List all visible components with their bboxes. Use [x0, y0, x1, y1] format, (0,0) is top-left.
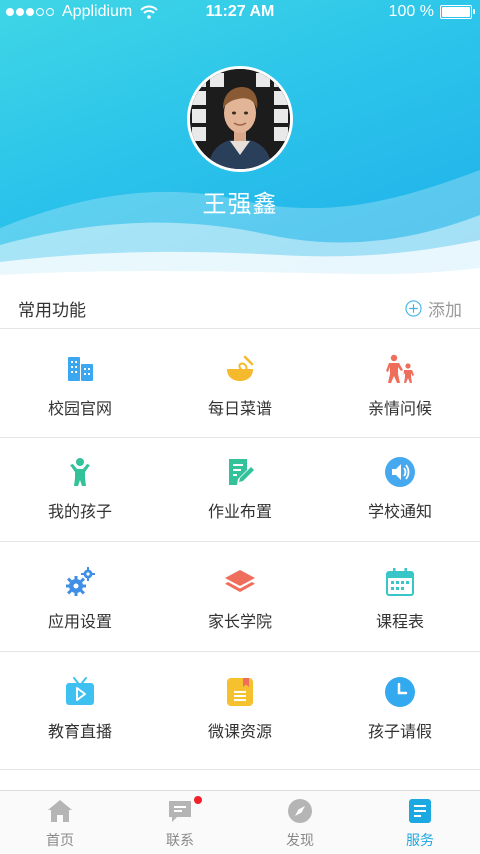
feature-app-settings[interactable]: 应用设置 — [0, 542, 160, 651]
feature-daily-menu[interactable]: 每日菜谱 — [160, 329, 320, 437]
feature-school-notice[interactable]: 学校通知 — [320, 438, 480, 541]
child-icon — [70, 458, 90, 486]
feature-campus-website[interactable]: 校园官网 — [0, 329, 160, 437]
feature-label: 每日菜谱 — [207, 399, 272, 418]
tab-contact[interactable]: 联系 — [120, 791, 240, 854]
message-icon — [169, 801, 191, 822]
gears-icon — [66, 567, 95, 596]
user-name: 王强鑫 — [202, 190, 278, 218]
add-label: 添加 — [428, 301, 462, 321]
layers-icon — [225, 570, 255, 592]
feature-family-greetings[interactable]: 亲情问候 — [320, 329, 480, 437]
battery-percent: 100 % — [388, 3, 434, 20]
notebook-icon — [227, 678, 253, 706]
feature-timetable[interactable]: 课程表 — [320, 542, 480, 651]
status-bar: Applidium 11:27 AM 100 % — [0, 0, 480, 24]
feature-edu-live[interactable]: 教育直播 — [0, 652, 160, 769]
grid-row: 校园官网 每日菜谱 亲情问候 — [0, 329, 480, 438]
grid-row: 教育直播 微课资源 孩子请假 — [0, 652, 480, 770]
feature-label: 应用设置 — [47, 612, 112, 631]
tab-label: 首页 — [46, 833, 74, 849]
home-icon — [48, 800, 72, 822]
feature-label: 课程表 — [375, 612, 424, 631]
grid-row: 应用设置 家长学院 课程表 — [0, 542, 480, 652]
add-circle-icon — [405, 300, 422, 317]
feature-my-child[interactable]: 我的孩子 — [0, 438, 160, 541]
family-icon — [386, 354, 414, 383]
feature-label: 家长学院 — [207, 612, 272, 631]
feature-label: 学校通知 — [367, 502, 432, 521]
tab-label: 服务 — [406, 833, 434, 849]
tab-home[interactable]: 首页 — [0, 791, 120, 854]
service-list-icon — [409, 799, 431, 823]
grid-row: 我的孩子 作业布置 学校通知 — [0, 438, 480, 542]
tab-label: 联系 — [166, 833, 194, 849]
tab-service[interactable]: 服务 — [360, 791, 480, 854]
feature-label: 孩子请假 — [367, 722, 432, 741]
compass-icon — [288, 799, 312, 823]
calendar-icon — [386, 568, 414, 596]
feature-micro-course[interactable]: 微课资源 — [160, 652, 320, 769]
feature-label: 教育直播 — [47, 722, 112, 741]
feature-label: 我的孩子 — [47, 502, 112, 521]
avatar-photo — [190, 69, 290, 169]
feature-grid: 校园官网 每日菜谱 亲情问候 我的孩子 作业布置 学校通知 应用设置 家长学院 … — [0, 329, 480, 770]
tab-discover[interactable]: 发现 — [240, 791, 360, 854]
section-title: 常用功能 — [18, 301, 86, 321]
feature-homework[interactable]: 作业布置 — [160, 438, 320, 541]
feature-label: 微课资源 — [207, 722, 272, 741]
clock-icon — [385, 677, 415, 707]
feature-child-leave[interactable]: 孩子请假 — [320, 652, 480, 769]
tv-play-icon — [66, 677, 94, 705]
feature-label: 作业布置 — [207, 502, 272, 521]
feature-parent-academy[interactable]: 家长学院 — [160, 542, 320, 651]
add-button[interactable]: 添加 — [405, 296, 462, 321]
tab-bar: 首页 联系 发现 服务 — [0, 790, 480, 854]
feature-label: 亲情问候 — [367, 399, 432, 418]
tab-label: 发现 — [286, 833, 314, 849]
avatar[interactable] — [187, 66, 293, 172]
feature-label: 校园官网 — [47, 399, 112, 418]
speaker-icon — [385, 457, 415, 487]
building-icon — [68, 357, 93, 381]
homework-edit-icon — [229, 459, 254, 485]
battery-icon — [440, 5, 475, 19]
unread-badge — [194, 796, 202, 804]
profile-header: Applidium 11:27 AM 100 % 王强鑫 — [0, 0, 480, 285]
section-header: 常用功能 添加 — [0, 285, 480, 329]
mixing-bowl-icon — [227, 355, 254, 381]
